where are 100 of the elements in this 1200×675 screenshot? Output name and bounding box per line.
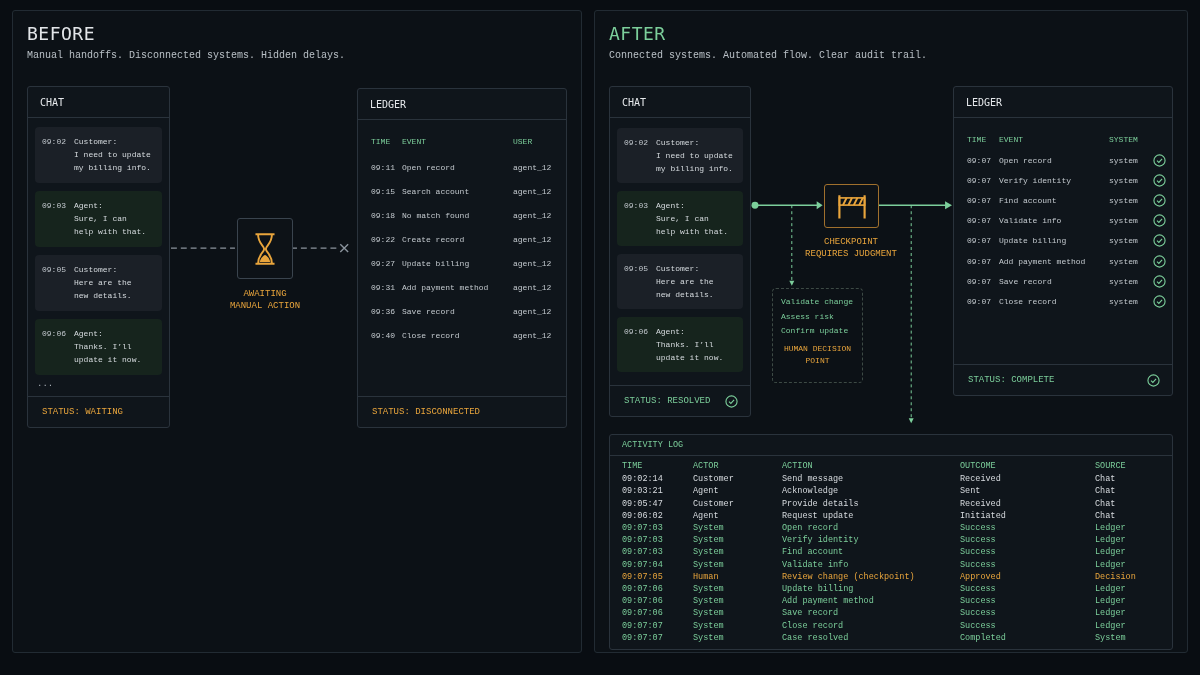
- table-cell-text: 09:27: [371, 258, 396, 268]
- panel-heading: AFTER: [609, 23, 667, 44]
- table-cell-text: 09:07:03: [622, 546, 664, 559]
- checkpoint-label: CHECKPOINT REQUIRES JUDGMENT: [805, 236, 897, 260]
- table-cell-text: Customer: [693, 497, 735, 510]
- table-cell-text: 09:05:47: [622, 497, 664, 510]
- table-cell-text: Sent: [960, 485, 982, 498]
- table-cell-text: Close record: [782, 619, 845, 632]
- table-cell-text: 09:36: [371, 306, 396, 316]
- table-cell-text: Agent: [693, 485, 720, 498]
- table-cell-text: Success: [960, 534, 997, 547]
- table-cell-text: Open record: [782, 522, 840, 535]
- message-time: 09:03: [624, 200, 648, 212]
- table-cell-text: Save record: [782, 607, 840, 620]
- table-cell-text: Find account: [782, 546, 845, 559]
- table-cell-text: System: [693, 522, 725, 535]
- table-cell-text: agent_12: [513, 258, 553, 268]
- table-cell-text: 09:07:07: [622, 631, 664, 645]
- column-header: OUTCOME: [960, 460, 997, 473]
- table-cell-text: 09:07:05: [622, 570, 664, 584]
- decision-step: Validate change: [781, 295, 853, 310]
- table-cell-text: Initiated: [960, 509, 1007, 522]
- table-cell-text: 09:07: [967, 296, 992, 306]
- message-time: 09:05: [42, 264, 66, 276]
- table-cell-text: Add payment method: [782, 595, 875, 608]
- table-cell-text: System: [693, 595, 725, 608]
- decision-label: HUMAN DECISION POINT: [782, 342, 853, 367]
- message-time: 09:02: [624, 137, 648, 149]
- table-cell-text: Request update: [782, 509, 855, 522]
- table-cell-text: Chat: [1095, 497, 1117, 510]
- message-text: Sure, I can help with that.: [74, 213, 147, 238]
- table-cell-text: Ledger: [1095, 522, 1127, 535]
- table-cell-text: Chat: [1095, 473, 1117, 486]
- message-text: Thanks. I’ll update it now.: [656, 339, 724, 364]
- message-text: Sure, I can help with that.: [656, 213, 729, 238]
- table-cell-text: 09:02:14: [622, 473, 664, 486]
- table-cell-text: system: [1109, 155, 1139, 165]
- table-cell-text: Add payment method: [402, 282, 490, 292]
- table-cell-text: Success: [960, 583, 997, 596]
- table-cell-text: system: [1109, 296, 1139, 306]
- message-sender: Customer:: [656, 137, 701, 149]
- column-header: TIME: [371, 136, 392, 146]
- table-cell-text: Close record: [402, 330, 461, 340]
- table-cell-text: No match found: [402, 210, 471, 220]
- table-cell-text: 09:07: [967, 256, 992, 266]
- log-title: ACTIVITY LOG: [622, 440, 684, 450]
- table-cell-text: Save record: [999, 276, 1053, 286]
- table-cell-text: Validate info: [782, 558, 850, 571]
- hourglass-icon: [252, 230, 278, 267]
- table-cell-text: Approved: [960, 570, 1002, 584]
- table-cell-text: agent_12: [513, 234, 553, 244]
- table-cell-text: Ledger: [1095, 583, 1127, 596]
- table-cell-text: 09:07:06: [622, 595, 664, 608]
- table-cell-text: Acknowledge: [782, 485, 840, 498]
- decision-step: Assess risk: [781, 309, 834, 324]
- table-cell-text: Verify identity: [782, 534, 860, 547]
- table-cell-text: Success: [960, 558, 997, 571]
- table-cell-text: Add payment method: [999, 256, 1087, 266]
- table-cell-text: 09:15: [371, 186, 396, 196]
- more-indicator: ...: [36, 381, 54, 387]
- table-cell-text: Received: [960, 497, 1002, 510]
- table-cell-text: Validate info: [999, 216, 1063, 226]
- message-sender: Agent:: [74, 200, 104, 212]
- column-header: ACTOR: [693, 460, 720, 473]
- table-cell-text: 09:07: [967, 155, 992, 165]
- table-cell-text: system: [1109, 175, 1139, 185]
- column-header: TIME: [967, 134, 988, 144]
- table-cell-text: System: [1095, 631, 1127, 645]
- table-cell-text: Verify identity: [999, 175, 1072, 185]
- table-cell-text: Ledger: [1095, 595, 1127, 608]
- table-cell-text: System: [693, 631, 725, 645]
- table-cell-text: System: [693, 558, 725, 571]
- panel-subtitle: Connected systems. Automated flow. Clear audit trail.: [609, 50, 929, 61]
- table-cell-text: 09:03:21: [622, 485, 664, 498]
- table-cell-text: agent_12: [513, 162, 553, 172]
- table-cell-text: 09:18: [371, 210, 396, 220]
- table-cell-text: Send message: [782, 473, 845, 486]
- table-cell-text: 09:07:06: [622, 607, 664, 620]
- status-text: STATUS: DISCONNECTED: [372, 407, 481, 417]
- decision-step: Confirm update: [781, 324, 849, 339]
- table-cell-text: Decision: [1095, 570, 1137, 584]
- message-time: 09:05: [624, 263, 648, 275]
- table-cell-text: Ledger: [1095, 558, 1127, 571]
- table-cell-text: System: [693, 546, 725, 559]
- status-text: STATUS: COMPLETE: [968, 375, 1055, 385]
- table-cell-text: Provide details: [782, 497, 860, 510]
- table-cell-text: 09:40: [371, 330, 396, 340]
- table-cell-text: Success: [960, 546, 997, 559]
- waiting-label: AWAITING MANUAL ACTION: [229, 288, 301, 312]
- table-cell-text: Find account: [999, 195, 1058, 205]
- table-cell-text: 09:07: [967, 236, 992, 246]
- table-cell-text: Save record: [402, 306, 456, 316]
- table-cell-text: System: [693, 619, 725, 632]
- panel-subtitle: Manual handoffs. Disconnected systems. Hidden delays.: [27, 50, 347, 61]
- table-cell-text: Create record: [402, 234, 466, 244]
- table-cell-text: Agent: [693, 509, 720, 522]
- table-cell-text: agent_12: [513, 186, 553, 196]
- table-cell-text: Received: [960, 473, 1002, 486]
- message-text: Thanks. I’ll update it now.: [74, 341, 142, 366]
- table-cell-text: Update billing: [999, 236, 1068, 246]
